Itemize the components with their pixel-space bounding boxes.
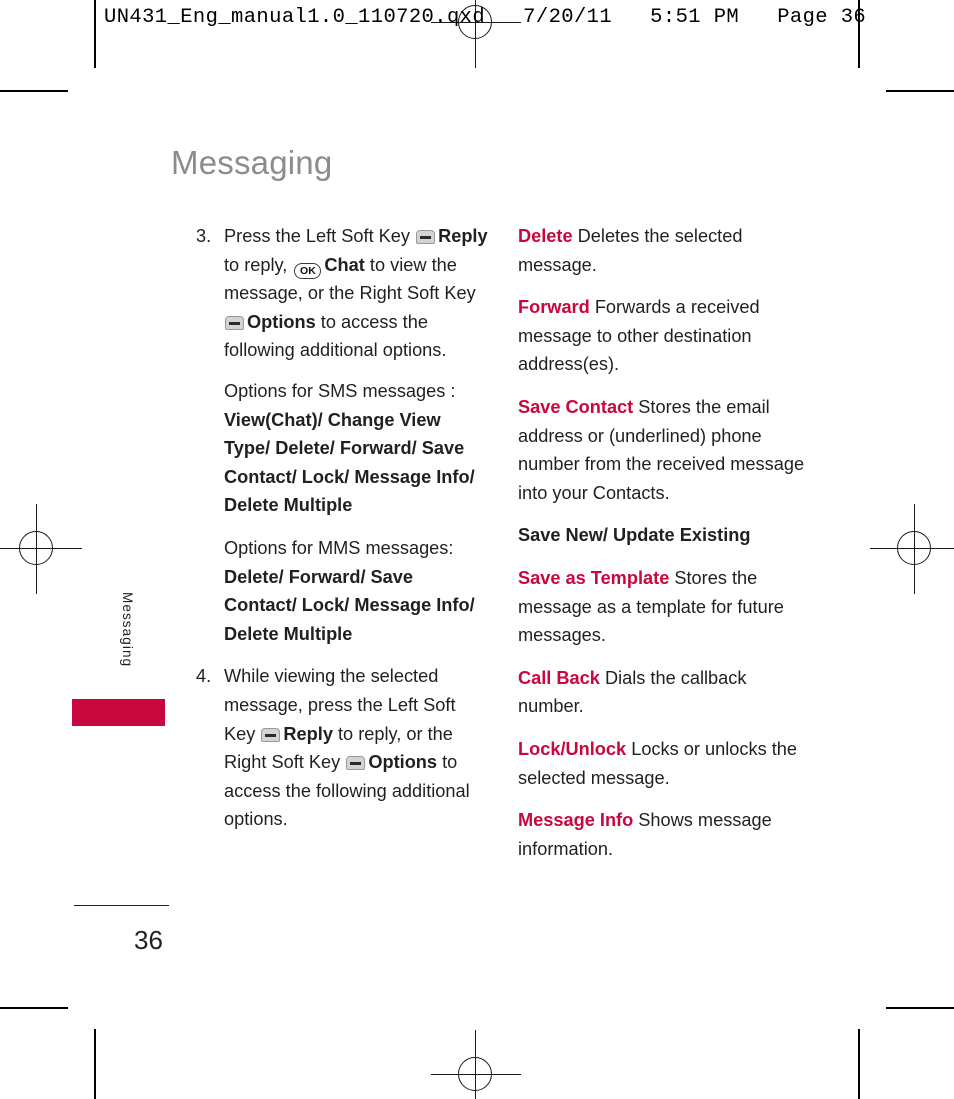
crop-mark-bottom-left-vertical [94, 1029, 96, 1099]
header-filename-text: UN431_Eng_manual1.0_110720.qxd 7/20/11 5… [104, 6, 867, 29]
header-left-border [94, 0, 96, 68]
side-tab-color-block [72, 699, 165, 726]
step-3-chat-label: Chat [324, 254, 365, 275]
registration-circle [897, 531, 931, 565]
glossary-term: Save Contact [518, 396, 634, 417]
page-title: Messaging [171, 144, 333, 181]
registration-circle [19, 531, 53, 565]
sms-options-paragraph: Options for SMS messages : View(Chat)/ C… [196, 377, 488, 520]
side-tab-label: Messaging [120, 592, 135, 668]
registration-mark-bottom [431, 1030, 521, 1099]
step-4-number: 4. [196, 666, 212, 687]
mms-options-list: Delete/ Forward/ Save Contact/ Lock/ Mes… [224, 566, 475, 644]
step-4-reply-label: Reply [283, 723, 333, 744]
step-3-paragraph: 3. Press the Left Soft Key Reply to reply… [196, 222, 488, 365]
glossary-entry: Call Back Dials the callback number. [518, 664, 808, 721]
step-3-number: 3. [196, 226, 212, 246]
glossary-entry: Forward Forwards a received message to o… [518, 293, 808, 379]
registration-circle [458, 1057, 492, 1091]
sms-options-lead: Options for SMS messages : [224, 380, 456, 401]
soft-key-icon [346, 756, 366, 771]
glossary-entry: Message Info Shows message information. [518, 806, 808, 863]
glossary-term: Call Back [518, 667, 600, 688]
mms-options-paragraph: Options for MMS messages: Delete/ Forwar… [196, 534, 488, 648]
glossary-entry: Lock/Unlock Locks or unlocks the selecte… [518, 735, 808, 792]
glossary-entry: Save Contact Stores the email address or… [518, 393, 808, 507]
step-3-text-1: Press the Left Soft Key [224, 226, 411, 246]
step-4-options-label: Options [368, 752, 438, 773]
registration-mark-right [870, 504, 954, 594]
prepress-header-strip: UN431_Eng_manual1.0_110720.qxd 7/20/11 5… [0, 0, 954, 68]
soft-key-icon [225, 315, 244, 330]
crop-mark-top-right-horizontal [886, 90, 954, 92]
soft-key-icon [416, 230, 436, 244]
mms-options-lead: Options for MMS messages: [224, 537, 454, 558]
right-text-column: Delete Deletes the selected message. For… [518, 222, 808, 877]
left-text-column: 3. Press the Left Soft Key Reply to reply… [196, 222, 488, 846]
manual-page: UN431_Eng_manual1.0_110720.qxd 7/20/11 5… [0, 0, 954, 1099]
crop-mark-bottom-right-vertical [858, 1029, 860, 1099]
ok-key-icon: OK [294, 262, 322, 279]
glossary-entry: Save as Template Stores the message as a… [518, 564, 808, 650]
crop-mark-top-left-horizontal [0, 90, 68, 92]
glossary-term: Forward [518, 297, 590, 318]
glossary-term: Message Info [518, 810, 634, 831]
step-3-text-2: to reply, [224, 254, 288, 275]
glossary-term: Lock/Unlock [518, 738, 627, 759]
step-3-reply-label: Reply [438, 226, 488, 246]
soft-key-icon [261, 727, 281, 742]
glossary-term: Delete [518, 226, 573, 246]
sms-options-list: View(Chat)/ Change View Type/ Delete/ Fo… [224, 409, 475, 516]
page-number: 36 [134, 925, 163, 955]
footer-divider [74, 905, 169, 907]
glossary-term: Save as Template [518, 567, 670, 588]
glossary-subheading: Save New/ Update Existing [518, 521, 808, 550]
step-3-options-label: Options [247, 311, 316, 332]
crop-mark-bottom-left-horizontal [0, 1007, 68, 1009]
step-4-paragraph: 4. While viewing the selected message, pr… [196, 662, 488, 834]
registration-mark-left [0, 504, 82, 594]
crop-mark-bottom-right-horizontal [886, 1007, 954, 1009]
glossary-entry: Delete Deletes the selected message. [518, 222, 808, 279]
glossary-subheading-label: Save New/ Update Existing [518, 525, 751, 546]
